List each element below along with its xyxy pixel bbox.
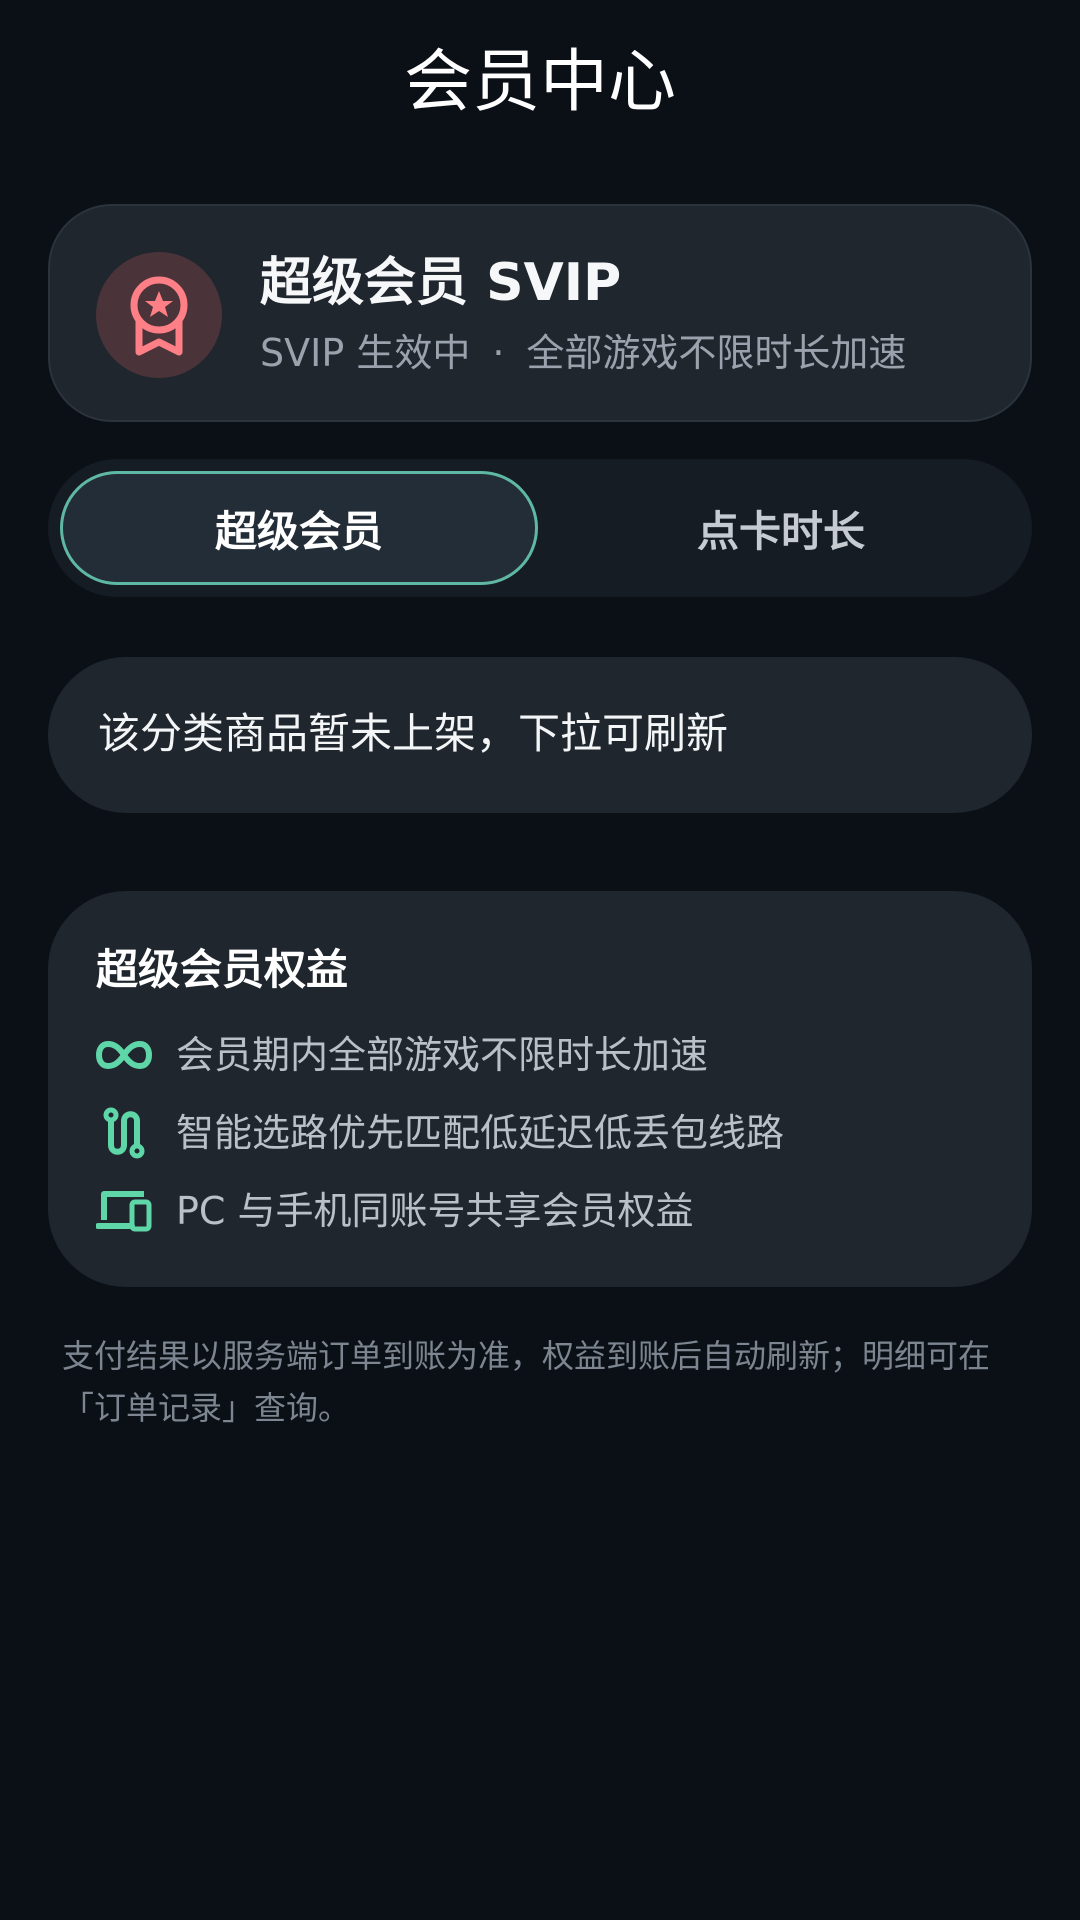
membership-subtitle: SVIP 生效中 · 全部游戏不限时长加速 <box>260 328 906 378</box>
tab-svip[interactable]: 超级会员 <box>60 471 538 585</box>
benefit-text: PC 与手机同账号共享会员权益 <box>176 1189 694 1233</box>
devices-icon <box>94 1181 154 1241</box>
benefits-title: 超级会员权益 <box>96 945 349 994</box>
benefit-item: 智能选路优先匹配低延迟低丢包线路 <box>94 1103 784 1163</box>
membership-status-card: 超级会员 SVIP SVIP 生效中 · 全部游戏不限时长加速 <box>48 204 1032 422</box>
award-ribbon-icon <box>96 252 222 378</box>
benefit-text: 智能选路优先匹配低延迟低丢包线路 <box>176 1111 785 1155</box>
page-title: 会员中心 <box>403 43 676 122</box>
empty-state-card: 该分类商品暂未上架，下拉可刷新 <box>48 657 1032 813</box>
membership-description: 全部游戏不限时长加速 <box>526 331 907 375</box>
route-icon <box>94 1103 154 1163</box>
benefit-item: 会员期内全部游戏不限时长加速 <box>94 1025 708 1085</box>
tab-point-card[interactable]: 点卡时长 <box>542 471 1020 585</box>
benefit-item: PC 与手机同账号共享会员权益 <box>94 1181 694 1241</box>
footnote: 支付结果以服务端订单到账为准，权益到账后自动刷新；明细可在「订单记录」查询。 <box>62 1337 991 1427</box>
separator-dot: · <box>492 331 505 375</box>
membership-title: 超级会员 SVIP <box>260 253 622 313</box>
infinity-icon <box>94 1025 154 1085</box>
empty-state-message: 该分类商品暂未上架，下拉可刷新 <box>98 709 729 758</box>
benefit-text: 会员期内全部游戏不限时长加速 <box>176 1033 709 1077</box>
membership-status-text: SVIP 生效中 <box>260 331 471 375</box>
benefits-card: 超级会员权益 会员期内全部游戏不限时长加速 智能选路优先匹配低延迟低丢包线路 P… <box>48 891 1032 1287</box>
tab-bar: 超级会员 点卡时长 <box>48 459 1032 597</box>
